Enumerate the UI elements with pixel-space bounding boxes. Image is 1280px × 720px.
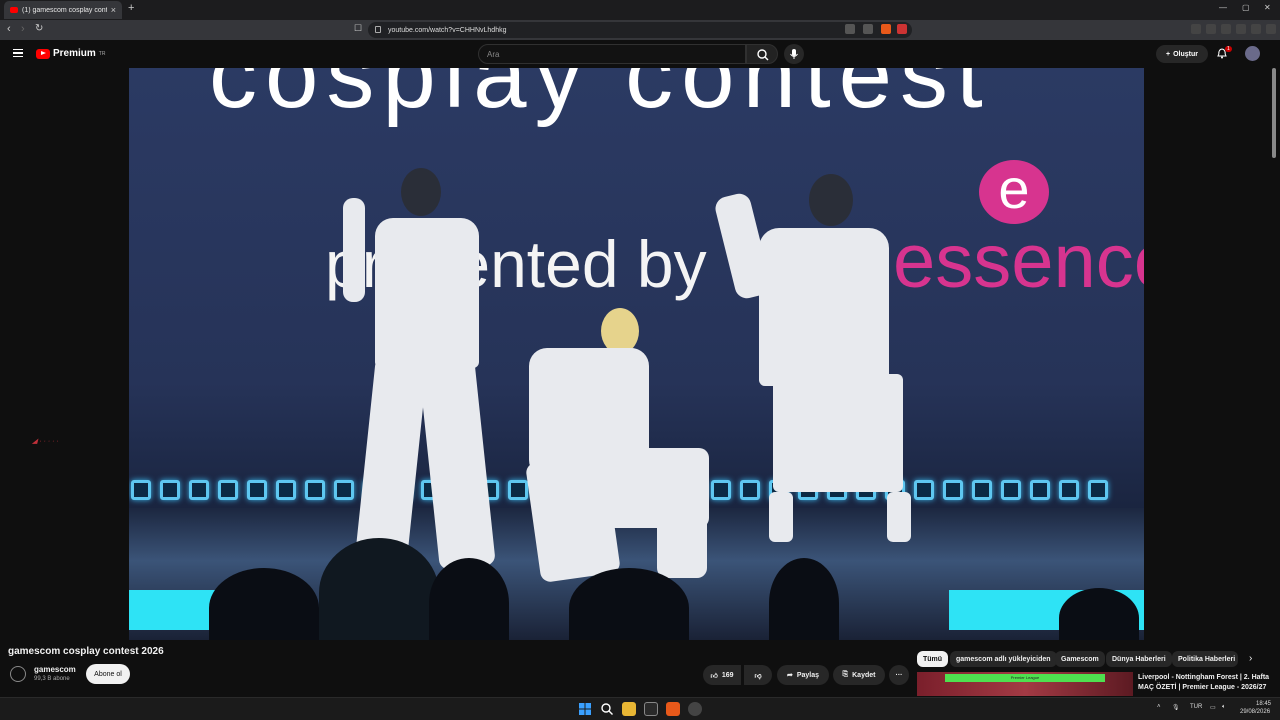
video-title: gamescom cosplay contest 2026 (8, 646, 164, 657)
stage-text-top: cosplay contest (209, 68, 991, 128)
logo-region: TR (98, 50, 106, 57)
menu-icon[interactable] (1266, 24, 1276, 34)
new-tab-button[interactable]: + (128, 2, 134, 14)
clock-time[interactable]: 18:45 (1256, 701, 1271, 707)
chip-world-news[interactable]: Dünya Haberleri (1106, 651, 1172, 667)
chips-next-icon[interactable]: › (1249, 653, 1252, 664)
page-scrollbar[interactable] (1272, 68, 1276, 158)
stage-brand: essence (893, 219, 1144, 304)
translate-icon[interactable] (845, 24, 855, 34)
cast-icon[interactable] (863, 24, 873, 34)
browser-toolbar: ‹ › ↻ ☐ youtube.com/watch?v=CHHNvLhdhkg (0, 20, 1280, 40)
app-icon[interactable] (688, 702, 702, 716)
bookmark-icon[interactable]: ☐ (354, 23, 362, 34)
voice-search-button[interactable] (784, 44, 804, 64)
chip-gamescom[interactable]: Gamescom (1055, 651, 1105, 667)
brave-browser-icon[interactable] (666, 702, 680, 716)
tab-title: (1) gamescom cosplay contes (22, 6, 107, 14)
forward-icon[interactable]: › (21, 23, 25, 35)
volume-icon[interactable]: 🔈︎ (1222, 704, 1226, 711)
side-watermark: ◢ · · · · · (32, 438, 59, 445)
browser-tab-bar: (1) gamescom cosplay contes × + — ▢ ✕ (0, 0, 1280, 20)
like-button[interactable]: 👍︎ 169 (703, 665, 741, 685)
maximize-icon[interactable]: ▢ (1242, 3, 1250, 12)
sidebar-icon[interactable] (1206, 24, 1216, 34)
network-icon[interactable]: ▭ (1210, 704, 1216, 711)
like-count: 169 (721, 671, 734, 679)
search-icon (757, 49, 769, 61)
logo-text: Premium (53, 48, 96, 59)
subscribe-button[interactable]: Abone ol (86, 664, 130, 684)
brave-rewards-icon[interactable] (897, 24, 907, 34)
search-input[interactable]: Ara (478, 44, 746, 64)
windows-start-icon[interactable] (578, 702, 592, 716)
channel-name[interactable]: gamescom (34, 665, 76, 674)
extensions-icon[interactable] (1236, 24, 1246, 34)
taskbar-search-icon[interactable] (600, 702, 614, 716)
reload-icon[interactable]: ↻ (35, 23, 43, 34)
account-avatar[interactable] (1245, 46, 1260, 61)
share-label: Paylaş (796, 671, 820, 679)
tray-overflow-icon[interactable]: ˄ (1157, 704, 1161, 710)
microphone-icon (790, 49, 798, 59)
youtube-logo[interactable]: Premium TR (36, 48, 105, 59)
create-label: Oluştur (1173, 50, 1198, 58)
windows-taskbar: ˄ 🎙︎ TUR ▭ 🔈︎ 18:45 29/08/2026 (0, 697, 1280, 720)
channel-avatar[interactable] (10, 666, 26, 682)
minimize-icon[interactable]: — (1219, 3, 1227, 12)
thumbs-up-icon: 👍︎ (710, 672, 718, 680)
store-icon[interactable] (644, 702, 658, 716)
media-icon[interactable] (1191, 24, 1201, 34)
chip-all[interactable]: Tümü (917, 651, 949, 667)
url-text: youtube.com/watch?v=CHHNvLhdhkg (388, 26, 507, 34)
file-explorer-icon[interactable] (622, 702, 636, 716)
wallet-icon[interactable] (1221, 24, 1231, 34)
save-label: Kaydet (852, 671, 876, 679)
youtube-favicon-icon (10, 7, 18, 13)
recommended-thumbnail[interactable]: Premier League (917, 672, 1133, 696)
create-button[interactable]: + Oluştur (1156, 45, 1208, 63)
plus-icon: + (1166, 50, 1171, 58)
vpn-icon[interactable] (1251, 24, 1261, 34)
address-field[interactable]: youtube.com/watch?v=CHHNvLhdhkg (368, 22, 912, 38)
thumbs-down-icon: 👎︎ (754, 672, 762, 680)
close-window-icon[interactable]: ✕ (1264, 3, 1271, 12)
youtube-header: Premium TR Ara + Oluştur 1 (0, 40, 1280, 68)
bookmark-save-icon: ⎘ (842, 671, 849, 678)
language-indicator[interactable]: TUR (1190, 704, 1202, 710)
share-icon: ➦ (786, 672, 793, 679)
recommended-title[interactable]: Liverpool - Nottingham Forest | 2. Hafta… (1138, 673, 1270, 693)
browser-tab[interactable]: (1) gamescom cosplay contes × (4, 1, 122, 19)
subscriber-count: 99,3 B abone (34, 676, 70, 682)
youtube-play-icon (36, 48, 50, 59)
guide-menu-icon[interactable] (13, 49, 23, 57)
tray-mic-icon[interactable]: 🎙︎ (1172, 704, 1180, 711)
dislike-button[interactable]: 👎︎ (744, 665, 772, 685)
more-actions-button[interactable]: ··· (889, 665, 909, 685)
essence-logo: e (979, 160, 1049, 224)
chip-from-uploader[interactable]: gamescom adlı yükleyiciden (950, 651, 1057, 667)
thumbnail-banner: Premier League (945, 674, 1105, 682)
share-button[interactable]: ➦ Paylaş (777, 665, 829, 685)
clock-date[interactable]: 29/08/2026 (1240, 709, 1270, 715)
search-button[interactable] (746, 44, 778, 64)
back-icon[interactable]: ‹ (7, 23, 11, 35)
site-info-icon[interactable] (375, 26, 381, 33)
notification-count-badge: 1 (1225, 46, 1232, 52)
video-player[interactable]: cosplay contest presented by essence e (129, 68, 1144, 640)
brave-shield-icon[interactable] (881, 24, 891, 34)
save-button[interactable]: ⎘ Kaydet (833, 665, 885, 685)
chip-politics-news[interactable]: Politika Haberleri (1172, 651, 1238, 667)
close-tab-icon[interactable]: × (111, 5, 116, 15)
